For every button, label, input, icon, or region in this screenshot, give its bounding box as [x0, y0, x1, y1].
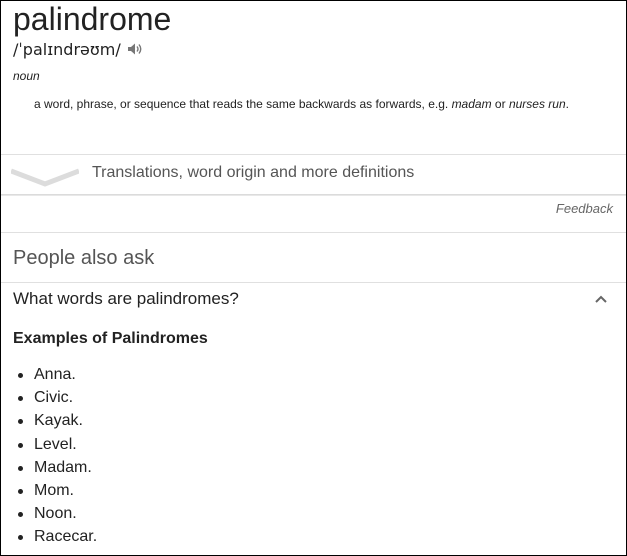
- list-item: Level.: [15, 433, 97, 456]
- list-item: Racecar.: [15, 525, 97, 548]
- list-item: Noon.: [15, 502, 97, 525]
- list-item: Mom.: [15, 479, 97, 502]
- pronunciation-row: /ˈpalɪndrəʊm/: [13, 38, 144, 60]
- list-item: Anna.: [15, 363, 97, 386]
- chevron-down-icon: [10, 165, 80, 187]
- definition-text: a word, phrase, or sequence that reads t…: [34, 97, 449, 111]
- pronunciation: /ˈpalɪndrəʊm/: [13, 39, 121, 59]
- divider: [1, 194, 626, 196]
- feedback-link[interactable]: Feedback: [556, 201, 613, 216]
- definition: a word, phrase, or sequence that reads t…: [34, 96, 600, 112]
- question-accordion[interactable]: What words are palindromes?: [1, 283, 626, 317]
- people-also-ask-heading: People also ask: [13, 247, 155, 269]
- chevron-up-icon[interactable]: [593, 292, 609, 304]
- translations-label: Translations, word origin and more defin…: [92, 164, 415, 181]
- answer-title: Examples of Palindromes: [13, 330, 208, 347]
- headword: palindrome: [13, 1, 172, 37]
- list-item: Civic.: [15, 386, 97, 409]
- divider: [1, 232, 626, 233]
- speaker-icon[interactable]: [126, 40, 144, 58]
- list-item: Madam.: [15, 456, 97, 479]
- list-item: Kayak.: [15, 409, 97, 432]
- definition-example-1: madam: [451, 97, 492, 111]
- dictionary-card: palindrome /ˈpalɪndrəʊm/ noun a word, ph…: [0, 0, 627, 556]
- question-text: What words are palindromes?: [13, 289, 239, 308]
- examples-list: Anna. Civic. Kayak. Level. Madam. Mom. N…: [15, 363, 97, 549]
- part-of-speech: noun: [13, 69, 40, 83]
- definition-end: .: [565, 97, 569, 111]
- definition-example-2: nurses run: [508, 97, 566, 111]
- translations-expander[interactable]: Translations, word origin and more defin…: [1, 155, 626, 194]
- definition-connector: or: [494, 97, 506, 111]
